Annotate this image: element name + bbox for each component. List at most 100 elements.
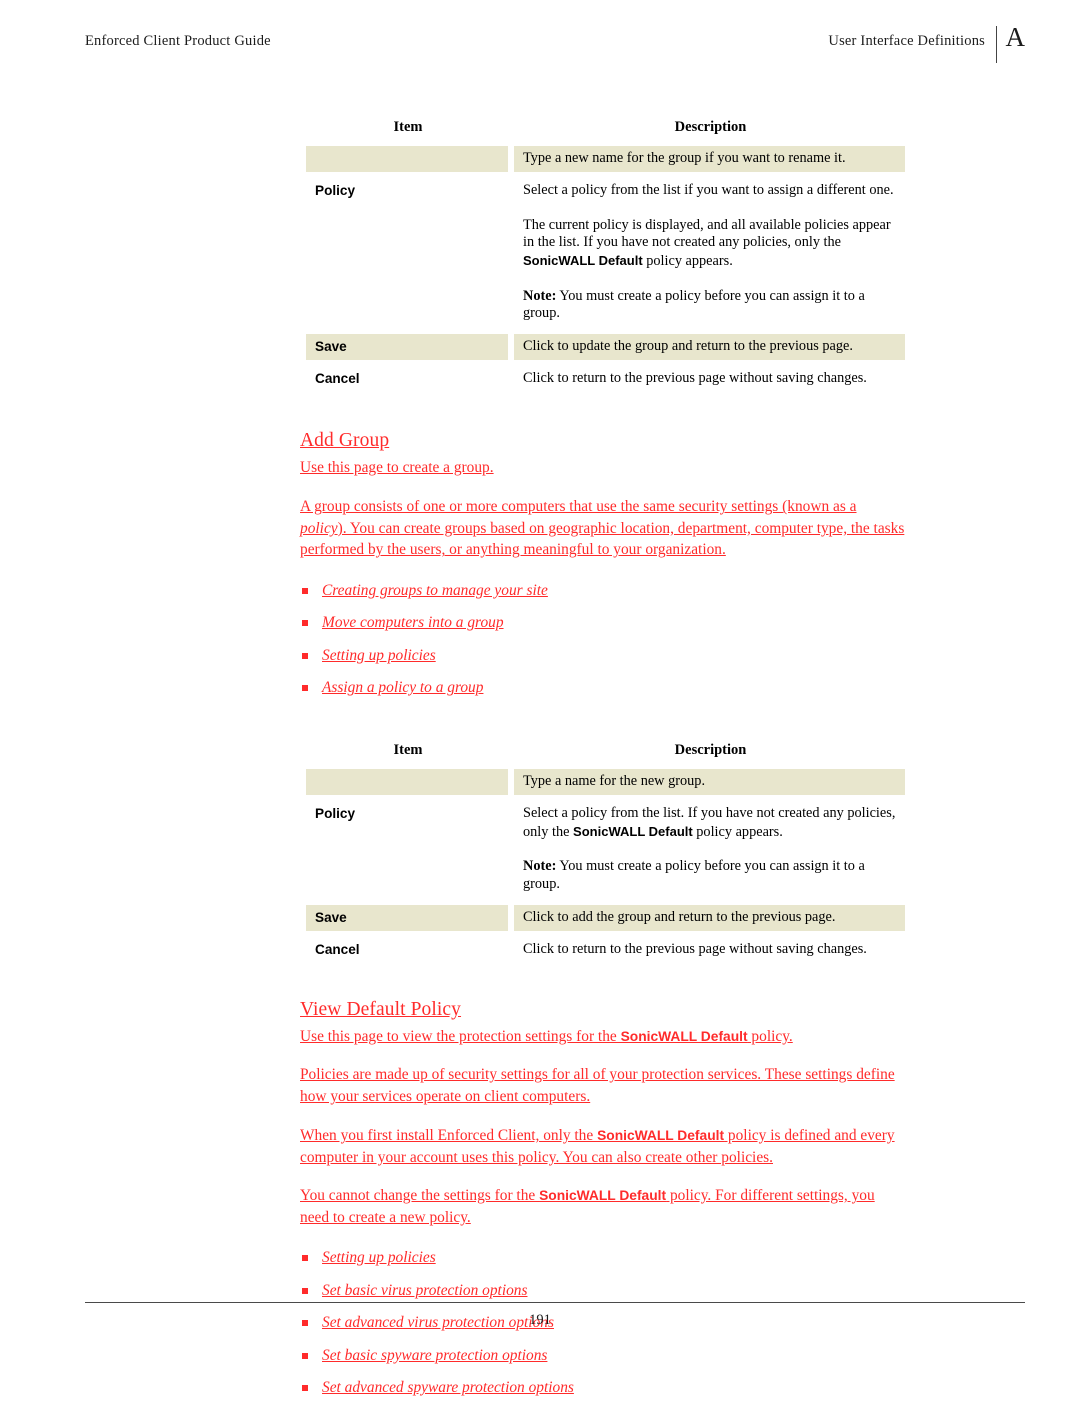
row-description: Click to return to the previous page wit… [511, 934, 908, 967]
row-description: Type a name for the new group. [511, 766, 908, 799]
list-item[interactable]: Set advanced spyware protection options [300, 1378, 905, 1397]
policy-italic-term: policy [300, 519, 338, 537]
link-label[interactable]: Setting up policies [322, 647, 436, 664]
running-head-divider [996, 26, 997, 63]
square-bullet-icon [302, 587, 308, 594]
sonicwall-default-label: SonicWALL Default [597, 1128, 725, 1144]
table-row: Cancel Click to return to the previous p… [303, 934, 908, 967]
table-header-row: Item Description [303, 735, 908, 767]
link-label[interactable]: Setting up policies [322, 1249, 436, 1266]
policy-desc-2-lead: The current policy is displayed, and all… [523, 216, 891, 251]
square-bullet-icon [302, 620, 308, 627]
link-label[interactable]: Set basic spyware protection options [322, 1347, 547, 1364]
table-header-row: Item Description [303, 113, 908, 144]
column-header-item: Item [303, 113, 511, 144]
row-item-save: Save [303, 902, 511, 935]
note-text: You must create a policy before you can … [523, 858, 865, 892]
link-label[interactable]: Creating groups to manage your site [322, 582, 548, 599]
table-row: Type a new name for the group if you wan… [303, 143, 908, 176]
row-item-cancel: Cancel [303, 363, 511, 396]
paragraph-3-lead: You cannot change the settings for the [300, 1187, 540, 1205]
page-content: Item Description Type a new name for the… [300, 110, 911, 1411]
list-item[interactable]: Move computers into a group [300, 613, 905, 632]
link-label[interactable]: Move computers into a group [322, 614, 504, 631]
table-row: Save Click to update the group and retur… [303, 331, 908, 364]
policy-desc-note: Note: You must create a policy before yo… [523, 288, 898, 323]
link-label[interactable]: Assign a policy to a group [322, 679, 483, 696]
row-item-cancel: Cancel [303, 934, 511, 967]
view-default-policy-paragraph-1[interactable]: Policies are made up of security setting… [300, 1064, 905, 1107]
table-row: Policy Select a policy from the list. If… [303, 798, 908, 901]
list-item[interactable]: Set basic virus protection options [300, 1281, 905, 1300]
sonicwall-default-label: SonicWALL Default [539, 1188, 667, 1204]
add-group-intro[interactable]: Use this page to create a group. [300, 457, 905, 479]
row-item-policy: Policy [303, 175, 511, 331]
sonicwall-default-label: SonicWALL Default [620, 1028, 748, 1044]
table-row: Type a name for the new group. [303, 766, 908, 799]
intro-tail: policy. [747, 1027, 793, 1045]
table-row: Cancel Click to return to the previous p… [303, 363, 908, 396]
list-item[interactable]: Setting up policies [300, 646, 905, 665]
policy-desc-line-2: The current policy is displayed, and all… [523, 217, 898, 271]
running-head-left-title: Enforced Client Product Guide [85, 33, 271, 49]
row-description-policy: Select a policy from the list if you wan… [511, 175, 908, 331]
add-group-paragraph-tail: ). You can create groups based on geogra… [300, 519, 905, 559]
list-item[interactable]: Set basic spyware protection options [300, 1346, 905, 1365]
policy-desc-2-tail: policy appears. [642, 252, 733, 269]
appendix-letter: A [1005, 22, 1026, 52]
square-bullet-icon [302, 1352, 308, 1359]
view-default-policy-paragraph-2[interactable]: When you first install Enforced Client, … [300, 1125, 905, 1168]
note-label: Note: [523, 858, 557, 875]
intro-lead: Use this page to view the protection set… [300, 1027, 621, 1045]
add-group-paragraph[interactable]: A group consists of one or more computer… [300, 496, 905, 561]
link-label[interactable]: Set advanced spyware protection options [322, 1379, 574, 1396]
section-heading-view-default-policy[interactable]: View Default Policy [300, 998, 905, 1022]
link-label[interactable]: Set basic virus protection options [322, 1282, 527, 1299]
policy-desc-note: Note: You must create a policy before yo… [523, 858, 898, 893]
footer-rule [85, 1302, 1025, 1303]
add-group-paragraph-lead: A group consists of one or more computer… [300, 498, 857, 516]
table-row: Policy Select a policy from the list if … [303, 175, 908, 331]
column-header-item: Item [303, 735, 511, 767]
running-head-right-title: User Interface Definitions [828, 33, 985, 49]
row-item-blank [303, 143, 511, 176]
section-heading-add-group[interactable]: Add Group [300, 429, 905, 453]
table-row: Save Click to add the group and return t… [303, 902, 908, 935]
row-description: Click to add the group and return to the… [511, 902, 908, 935]
edit-group-table-wrapper: Item Description Type a new name for the… [300, 110, 911, 399]
add-group-table-wrapper: Item Description Type a name for the new… [300, 732, 911, 970]
row-description: Click to update the group and return to … [511, 331, 908, 364]
policy-desc-line-1: Select a policy from the list if you wan… [523, 182, 894, 199]
square-bullet-icon [302, 1287, 308, 1294]
add-group-table: Item Description Type a name for the new… [300, 732, 911, 970]
sonicwall-default-label: SonicWALL Default [573, 823, 693, 839]
running-head: Enforced Client Product Guide User Inter… [85, 24, 1025, 63]
view-default-policy-intro[interactable]: Use this page to view the protection set… [300, 1026, 905, 1048]
note-text: You must create a policy before you can … [523, 287, 865, 322]
policy-desc-line-1: Select a policy from the list. If you ha… [523, 805, 898, 841]
row-description: Click to return to the previous page wit… [511, 363, 908, 396]
sonicwall-default-label: SonicWALL Default [523, 252, 643, 268]
column-header-description: Description [511, 735, 908, 767]
view-default-policy-paragraph-3[interactable]: You cannot change the settings for the S… [300, 1185, 905, 1228]
paragraph-2-lead: When you first install Enforced Client, … [300, 1127, 598, 1145]
list-item[interactable]: Creating groups to manage your site [300, 581, 905, 600]
row-item-save: Save [303, 331, 511, 364]
row-item-policy: Policy [303, 798, 511, 901]
square-bullet-icon [302, 1385, 308, 1392]
row-description: Type a new name for the group if you wan… [511, 143, 908, 176]
list-item[interactable]: Setting up policies [300, 1248, 905, 1267]
add-group-link-list: Creating groups to manage your site Move… [300, 581, 905, 698]
note-label: Note: [523, 287, 557, 304]
square-bullet-icon [302, 685, 308, 692]
square-bullet-icon [302, 1255, 308, 1262]
edit-group-table: Item Description Type a new name for the… [300, 110, 911, 399]
square-bullet-icon [302, 652, 308, 659]
page-number: 191 [529, 1312, 551, 1328]
policy-desc-1-tail: policy appears. [692, 823, 783, 840]
row-description-policy: Select a policy from the list. If you ha… [511, 798, 908, 901]
column-header-description: Description [511, 113, 908, 144]
list-item[interactable]: Assign a policy to a group [300, 678, 905, 697]
